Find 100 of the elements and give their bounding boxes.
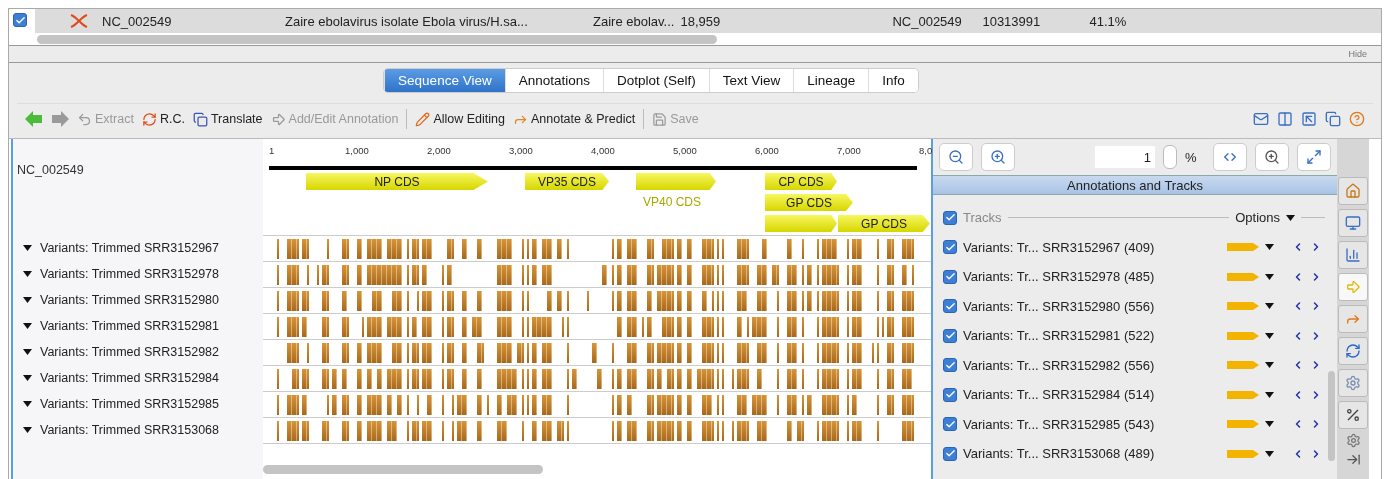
annotation-icon — [270, 111, 286, 127]
track-name: Variants: Tr... SRR3152982 (556) — [963, 357, 1156, 373]
track-label: Variants: Trimmed SRR3152978 — [40, 267, 220, 281]
track-color-swatch-icon[interactable] — [1227, 420, 1259, 429]
expand-icon — [1306, 149, 1322, 165]
zoom-out-button[interactable] — [939, 143, 973, 171]
scrollbar-thumb[interactable] — [263, 464, 543, 474]
expanded-triangle-icon[interactable] — [23, 349, 32, 355]
zoom-out-icon — [948, 149, 964, 165]
track-checkbox[interactable] — [943, 240, 957, 255]
track-label: Variants: Trimmed SRR3152980 — [40, 293, 220, 307]
ruler-tick: 7,000 — [837, 145, 861, 156]
ruler-tick: 1 — [269, 145, 275, 156]
window-icon[interactable] — [1301, 111, 1317, 127]
track-name: Variants: Tr... SRR3152984 (514) — [963, 387, 1156, 403]
track-color-swatch-icon[interactable] — [1227, 390, 1259, 399]
side-tab[interactable] — [1338, 209, 1368, 237]
track-checkbox[interactable] — [943, 417, 957, 432]
expanded-triangle-icon[interactable] — [1265, 303, 1274, 310]
expanded-triangle-icon[interactable] — [1265, 244, 1274, 251]
track-checkbox[interactable] — [943, 328, 957, 343]
track-color-swatch-icon[interactable] — [1227, 272, 1259, 281]
zoom-in-button[interactable] — [981, 143, 1015, 171]
bar-chart-icon — [1345, 247, 1361, 263]
translate-icon — [192, 111, 208, 127]
expanded-triangle-icon[interactable] — [1286, 214, 1295, 221]
track-checkbox[interactable] — [943, 299, 957, 314]
table-cell-text: 10313991 — [982, 13, 1042, 29]
pencil-icon — [415, 111, 431, 127]
expanded-triangle-icon[interactable] — [23, 401, 32, 407]
view-tab[interactable]: Sequence View — [384, 69, 505, 92]
view-tab[interactable]: Info — [868, 69, 918, 92]
save-icon — [652, 111, 668, 127]
side-tab[interactable] — [1338, 401, 1368, 429]
side-tab[interactable] — [1338, 241, 1368, 269]
expanded-triangle-icon[interactable] — [1265, 332, 1274, 339]
track-name: Variants: Tr... SRR3152980 (556) — [963, 298, 1156, 314]
track-name: Variants: Tr... SRR3152978 (485) — [963, 269, 1156, 285]
expanded-triangle-icon[interactable] — [1265, 273, 1274, 280]
track-label: Variants: Trimmed SRR3152985 — [40, 397, 220, 411]
track-checkbox[interactable] — [943, 387, 957, 402]
track-color-swatch-icon[interactable] — [1227, 331, 1259, 340]
ruler-tick: 6,000 — [755, 145, 779, 156]
track-color-swatch-icon[interactable] — [1227, 361, 1259, 370]
help-icon[interactable] — [1349, 111, 1365, 127]
fit-button[interactable] — [1213, 143, 1247, 171]
zoom-field[interactable]: 1 — [1095, 146, 1155, 168]
expanded-triangle-icon[interactable] — [23, 375, 32, 381]
toolbar-button[interactable]: R.C. — [159, 112, 185, 126]
collapse-icon[interactable] — [1345, 452, 1361, 467]
hide-link[interactable]: Hide — [1348, 49, 1367, 59]
annotation-label: VP40 CDS — [643, 195, 702, 209]
track-color-swatch-icon[interactable] — [1227, 302, 1259, 311]
expand-button[interactable] — [1297, 143, 1331, 171]
toolbar-button[interactable]: Translate — [210, 112, 263, 126]
expanded-triangle-icon[interactable] — [23, 427, 32, 433]
track-label: Variants: Trimmed SRR3152967 — [40, 241, 220, 255]
track-name: Variants: Tr... SRR3152985 (543) — [963, 416, 1156, 432]
table-cell-text: 41.1% — [1089, 13, 1128, 29]
track-name: Variants: Tr... SRR3152967 (409) — [963, 239, 1156, 255]
zoom-button[interactable] — [1255, 143, 1289, 171]
columns-icon[interactable] — [1277, 111, 1293, 127]
toolbar-button[interactable]: Annotate & Predict — [530, 112, 636, 126]
mail-icon[interactable] — [1253, 111, 1269, 127]
track-checkbox[interactable] — [943, 269, 957, 284]
expanded-triangle-icon[interactable] — [1265, 421, 1274, 428]
percent-icon — [1345, 407, 1361, 423]
scrollbar-thumb[interactable] — [1327, 371, 1335, 461]
copy-icon[interactable] — [1325, 111, 1341, 127]
toolbar-button[interactable]: Allow Editing — [433, 112, 505, 126]
row-checkbox[interactable] — [13, 13, 27, 28]
tracks-checkbox[interactable] — [943, 210, 957, 225]
table-cell-text: Zaire ebolav... — [593, 13, 676, 29]
expanded-triangle-icon[interactable] — [23, 323, 32, 329]
expanded-triangle-icon[interactable] — [23, 297, 32, 303]
track-label: Variants: Trimmed SRR3152981 — [40, 319, 220, 333]
expanded-triangle-icon[interactable] — [1265, 391, 1274, 398]
scrollbar-thumb[interactable] — [37, 34, 717, 44]
options-menu[interactable]: Options — [1235, 210, 1280, 226]
expanded-triangle-icon[interactable] — [23, 245, 32, 251]
track-label: Variants: Trimmed SRR3152984 — [40, 371, 220, 385]
panel-header: Annotations and Tracks — [933, 175, 1337, 195]
settings-icon[interactable] — [1345, 433, 1361, 448]
home-icon — [1345, 183, 1361, 199]
track-color-swatch-icon[interactable] — [1227, 449, 1259, 458]
side-tab[interactable] — [1338, 337, 1368, 365]
table-cell-text: Zaire ebolavirus isolate Ebola virus/H.sa... — [285, 13, 529, 29]
magnifier-icon — [1264, 149, 1280, 165]
expanded-triangle-icon[interactable] — [1265, 450, 1274, 457]
track-name: Variants: Tr... SRR3152981 (522) — [963, 328, 1156, 344]
sequence-name: NC_002549 — [16, 162, 85, 179]
track-checkbox[interactable] — [943, 446, 957, 461]
expanded-triangle-icon[interactable] — [23, 271, 32, 277]
track-name: Variants: Tr... SRR3153068 (489) — [963, 446, 1156, 462]
ruler-tick: 2,000 — [427, 145, 451, 156]
track-checkbox[interactable] — [943, 358, 957, 373]
ruler-tick: 4,000 — [591, 145, 615, 156]
expanded-triangle-icon[interactable] — [1265, 362, 1274, 369]
ruler-tick: 3,000 — [509, 145, 533, 156]
track-color-swatch-icon[interactable] — [1227, 243, 1259, 252]
